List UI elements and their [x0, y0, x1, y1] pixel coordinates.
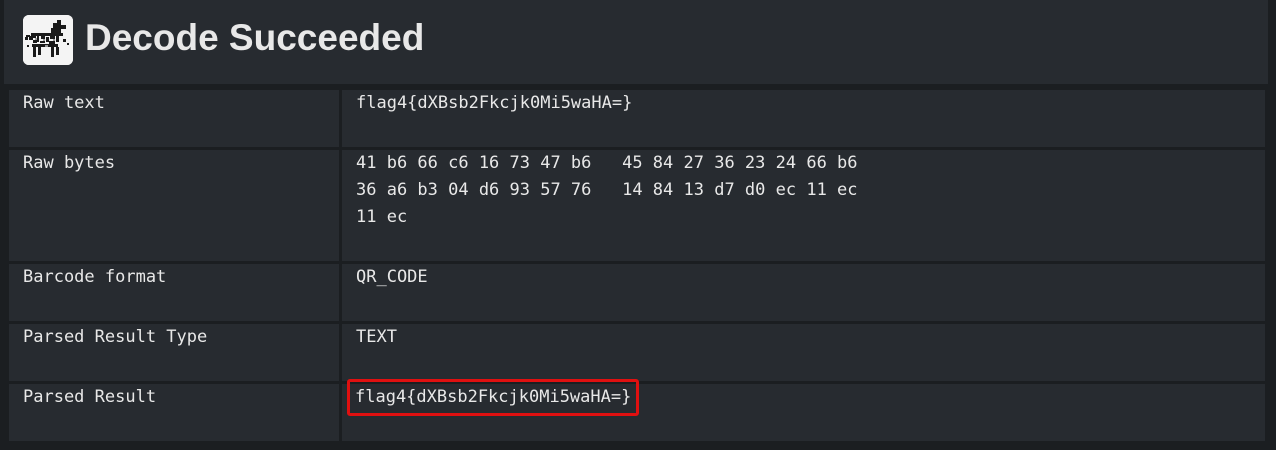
table-row-raw-text: Raw text flag4{dXBsb2Fkcjk0Mi5waHA=} [9, 90, 1265, 147]
raw-bytes-line: 36 a6 b3 04 d6 93 57 76 14 84 13 d7 d0 e… [356, 180, 858, 200]
table-row-parsed-result: Parsed Result flag4{dXBsb2Fkcjk0Mi5waHA=… [9, 379, 1265, 441]
page-header: Decode Succeeded [4, 0, 1268, 86]
parsed-result-cell: flag4{dXBsb2Fkcjk0Mi5waHA=} [342, 379, 1265, 441]
raw-bytes-value: 41 b6 66 c6 16 73 47 b6 45 84 27 36 23 2… [342, 150, 1265, 261]
barcode-dog-logo-icon [23, 15, 73, 65]
raw-text-value: flag4{dXBsb2Fkcjk0Mi5waHA=} [342, 90, 1265, 147]
row-label: Parsed Result Type [9, 324, 339, 381]
raw-bytes-line: 41 b6 66 c6 16 73 47 b6 45 84 27 36 23 2… [356, 153, 858, 173]
table-row-barcode-format: Barcode format QR_CODE [9, 264, 1265, 321]
parsed-result-value[interactable]: flag4{dXBsb2Fkcjk0Mi5waHA=} [347, 379, 640, 416]
row-label: Parsed Result [9, 384, 339, 441]
table-row-raw-bytes: Raw bytes 41 b6 66 c6 16 73 47 b6 45 84 … [9, 150, 1265, 261]
row-label: Raw text [9, 90, 339, 147]
barcode-format-value: QR_CODE [342, 264, 1265, 321]
raw-bytes-line: 11 ec [356, 207, 408, 227]
row-label: Barcode format [9, 264, 339, 321]
row-label: Raw bytes [9, 150, 339, 261]
page-title: Decode Succeeded [85, 17, 425, 58]
parsed-result-type-value: TEXT [342, 324, 1265, 381]
decode-results-table: Raw text flag4{dXBsb2Fkcjk0Mi5waHA=} Raw… [6, 87, 1268, 444]
table-row-parsed-result-type: Parsed Result Type TEXT [9, 324, 1265, 381]
